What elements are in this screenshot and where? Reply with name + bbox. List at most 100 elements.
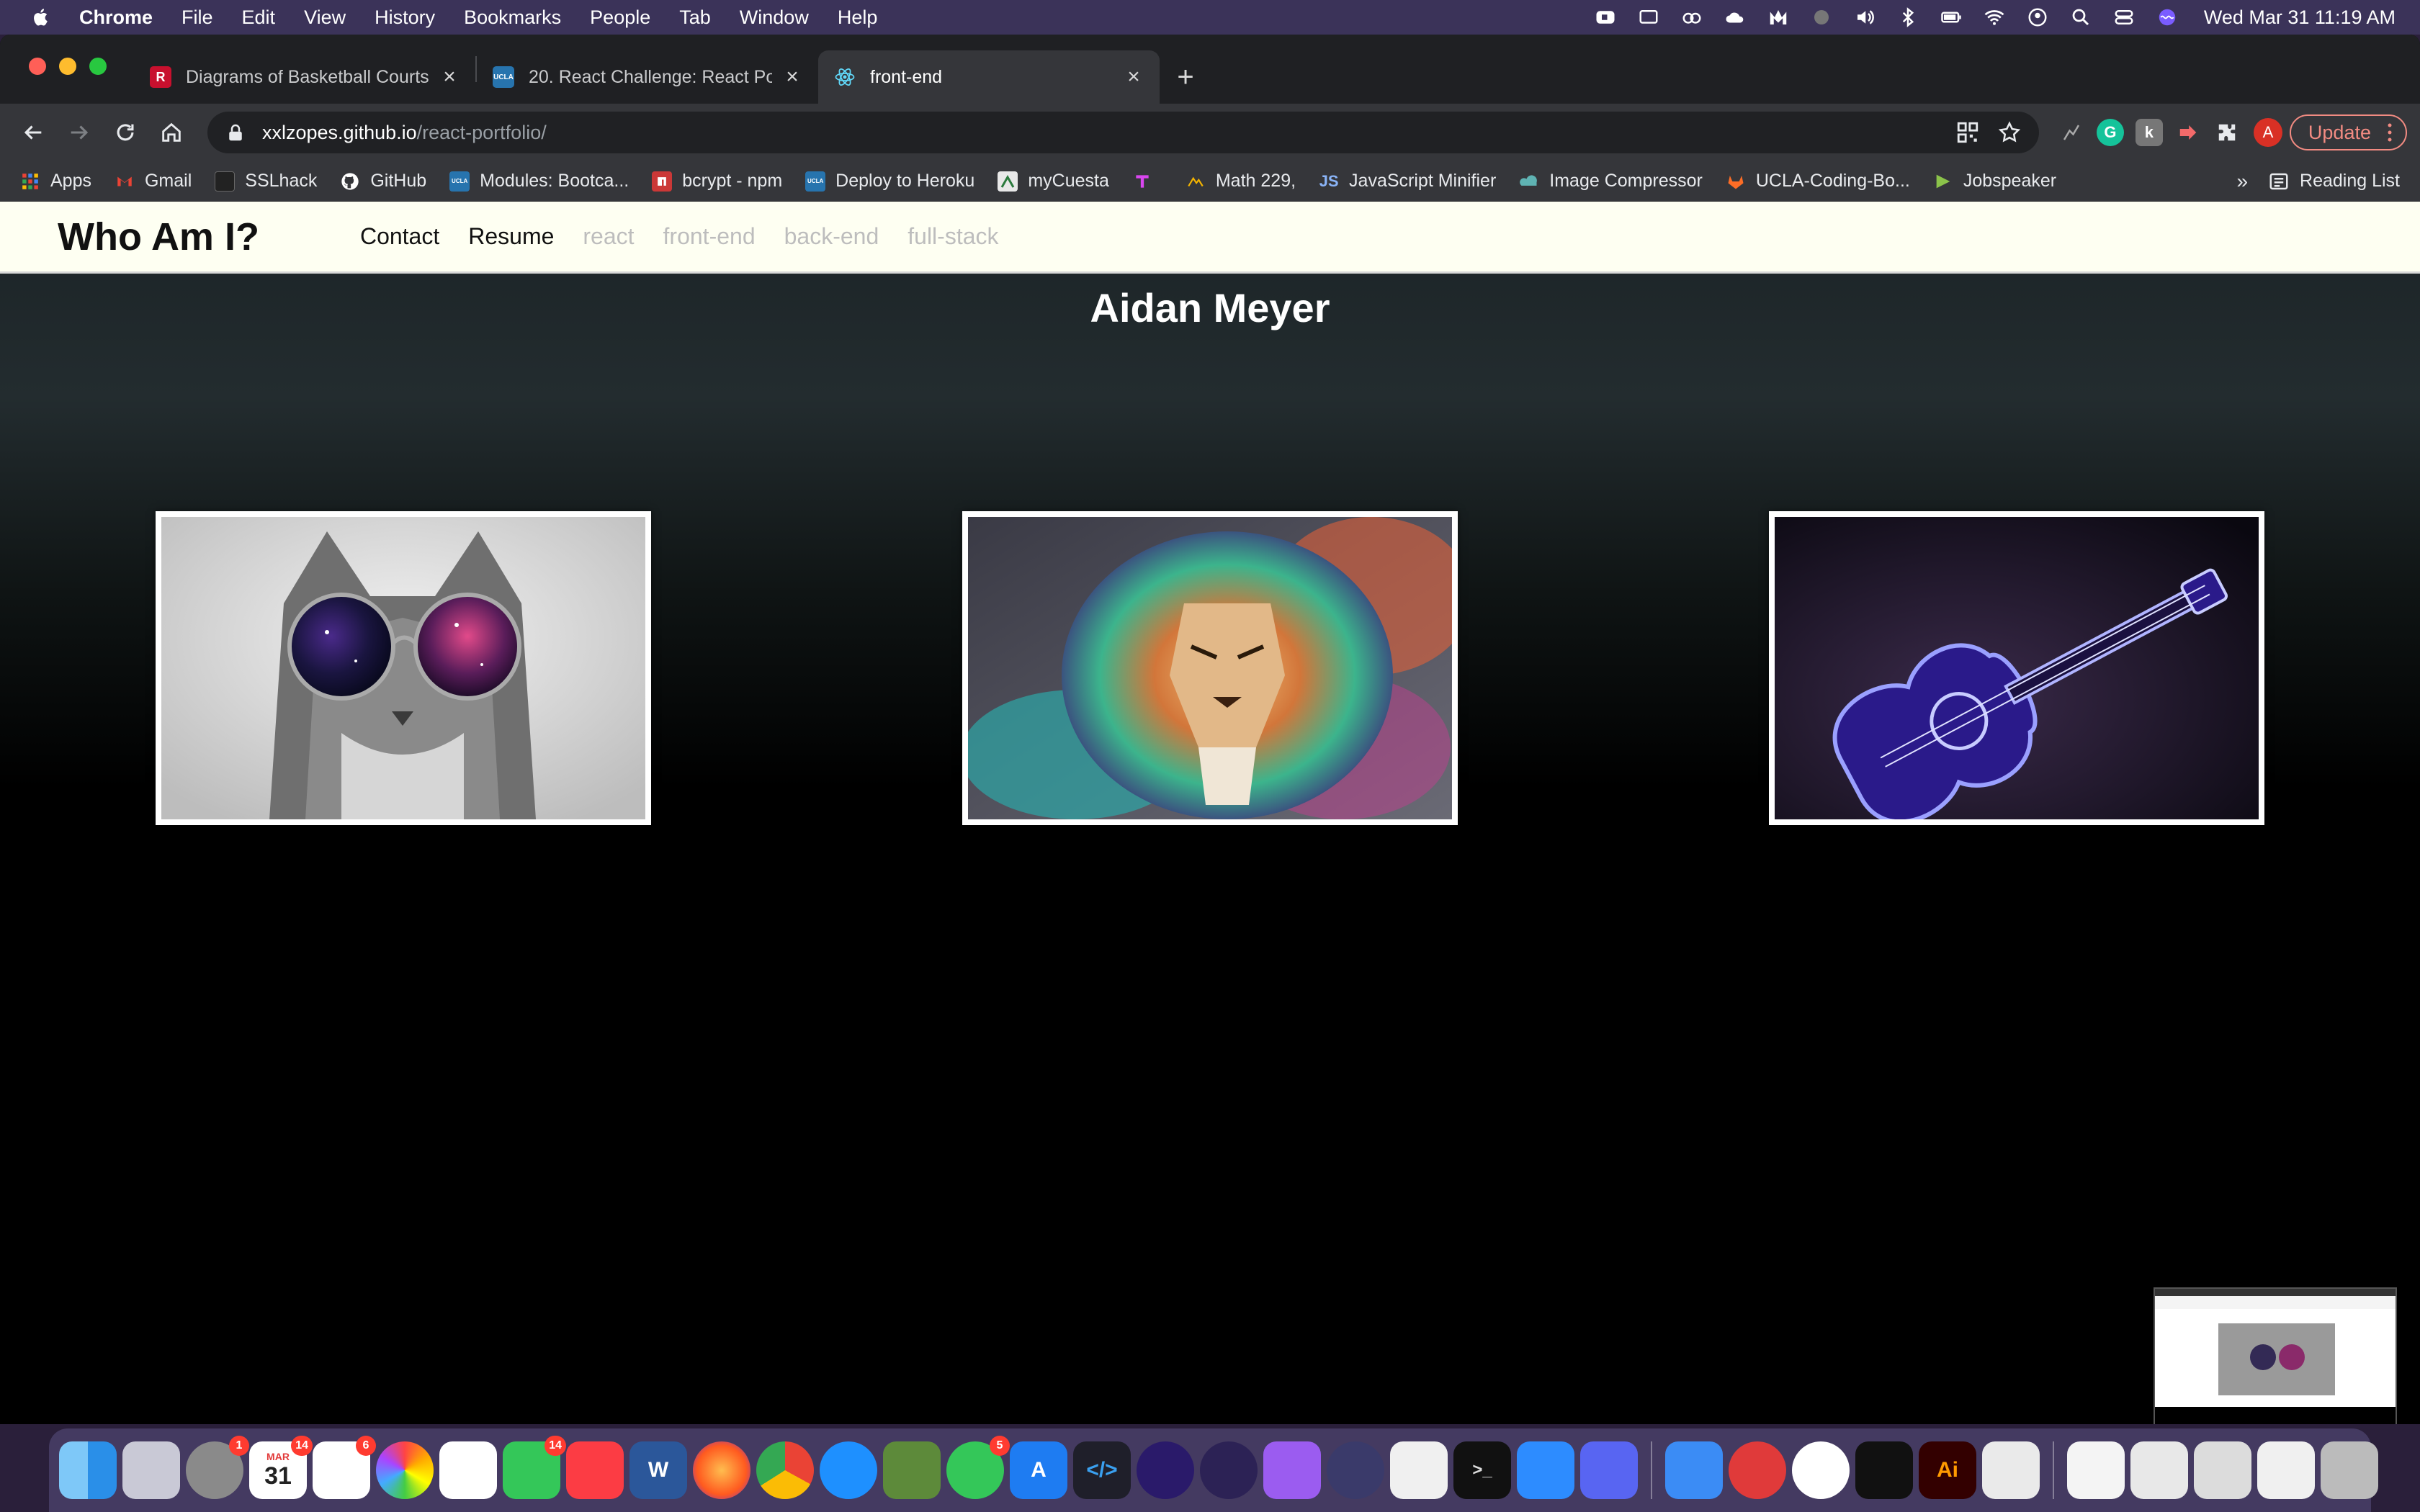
- nav-contact[interactable]: Contact: [360, 223, 439, 250]
- menu-edit[interactable]: Edit: [242, 6, 276, 29]
- firefox-icon[interactable]: [693, 1441, 750, 1499]
- trash-icon[interactable]: [2321, 1441, 2378, 1499]
- new-tab-button[interactable]: +: [1164, 50, 1207, 104]
- vscode-icon[interactable]: </>: [1073, 1441, 1131, 1499]
- close-window-button[interactable]: [29, 58, 46, 75]
- picture-in-picture-preview[interactable]: [2154, 1287, 2397, 1424]
- reading-list-button[interactable]: Reading List: [2268, 171, 2400, 192]
- terminal-icon[interactable]: >_: [1453, 1441, 1511, 1499]
- slack-icon[interactable]: [439, 1441, 497, 1499]
- microsoft-word-icon[interactable]: W: [629, 1441, 687, 1499]
- bookmark-jobspeaker[interactable]: Jobspeaker: [1933, 171, 2056, 192]
- user-account-icon[interactable]: [2025, 6, 2050, 28]
- menu-help[interactable]: Help: [838, 6, 878, 29]
- nav-full-stack[interactable]: full-stack: [908, 223, 998, 250]
- menu-window[interactable]: Window: [740, 6, 809, 29]
- tab-basketball-courts[interactable]: R Diagrams of Basketball Courts ×: [134, 50, 475, 104]
- bookmark-deploy-heroku[interactable]: UCLA Deploy to Heroku: [805, 171, 974, 192]
- adobe-illustrator-icon[interactable]: Ai: [1919, 1441, 1976, 1499]
- spotlight-search-icon[interactable]: [2069, 6, 2093, 28]
- menu-view[interactable]: View: [304, 6, 346, 29]
- finder-icon[interactable]: [59, 1441, 117, 1499]
- chrome-icon[interactable]: [756, 1441, 814, 1499]
- tab-react-challenge[interactable]: UCLA 20. React Challenge: React Por ×: [477, 50, 818, 104]
- menubar-clock[interactable]: Wed Mar 31 11:19 AM: [2204, 6, 2396, 29]
- extension-pen-icon[interactable]: [2058, 119, 2085, 146]
- nav-front-end[interactable]: front-end: [663, 223, 756, 250]
- qr-code-icon[interactable]: [1955, 120, 1980, 145]
- cloud-sync-icon[interactable]: [1723, 6, 1747, 28]
- lock-icon[interactable]: [225, 122, 246, 143]
- bookmark-modules-bootcamp[interactable]: UCLA Modules: Bootca...: [449, 171, 629, 192]
- zoom-icon[interactable]: [1517, 1441, 1574, 1499]
- minecraft-icon[interactable]: [883, 1441, 941, 1499]
- basketball-court-file-icon[interactable]: [2130, 1441, 2188, 1499]
- calendar-icon[interactable]: MAR 31 14: [249, 1436, 313, 1499]
- messages-icon[interactable]: 5: [946, 1436, 1010, 1499]
- tab-front-end[interactable]: front-end ×: [818, 50, 1160, 104]
- bookmark-tailwind[interactable]: [1132, 171, 1162, 192]
- spreadsheet-file-icon[interactable]: [2257, 1441, 2315, 1499]
- music-icon[interactable]: [566, 1441, 624, 1499]
- wifi-icon[interactable]: [1982, 6, 2007, 28]
- bookmarks-overflow-button[interactable]: »: [2236, 170, 2248, 193]
- system-preferences-icon[interactable]: 1: [186, 1436, 249, 1499]
- safari-icon[interactable]: [820, 1441, 877, 1499]
- battery-icon[interactable]: [1939, 6, 1963, 28]
- close-tab-icon[interactable]: ×: [782, 65, 802, 89]
- mail-icon[interactable]: [1665, 1441, 1723, 1499]
- screen-mirror-icon[interactable]: [1636, 6, 1661, 28]
- apple-menu-icon[interactable]: [29, 5, 53, 30]
- app-store-icon[interactable]: A: [1010, 1441, 1067, 1499]
- malwarebytes-icon[interactable]: [1766, 6, 1791, 28]
- menu-people[interactable]: People: [590, 6, 650, 29]
- activity-monitor-icon[interactable]: [1855, 1441, 1913, 1499]
- bookmark-apps[interactable]: Apps: [20, 171, 91, 192]
- nav-react[interactable]: react: [583, 223, 634, 250]
- url-text[interactable]: xxlzopes.github.io/react-portfolio/: [262, 122, 547, 144]
- reload-button[interactable]: [105, 112, 145, 153]
- bookmark-bcrypt-npm[interactable]: bcrypt - npm: [652, 171, 782, 192]
- photo-lion-card[interactable]: [961, 511, 1472, 825]
- launchpad-icon[interactable]: [122, 1441, 180, 1499]
- nav-back-end[interactable]: back-end: [784, 223, 879, 250]
- email-client-icon[interactable]: [1729, 1441, 1786, 1499]
- siri-dock-icon[interactable]: [1327, 1441, 1384, 1499]
- extension-arrow-icon[interactable]: [2174, 119, 2202, 146]
- eclipse-icon[interactable]: [1200, 1441, 1258, 1499]
- bookmark-math-229[interactable]: Math 229,: [1186, 171, 1296, 192]
- night-owl-icon[interactable]: [1137, 1441, 1194, 1499]
- minimize-window-button[interactable]: [59, 58, 76, 75]
- creative-cloud-icon[interactable]: [1680, 6, 1704, 28]
- bookmark-gmail[interactable]: Gmail: [115, 171, 192, 192]
- disk-utility-icon[interactable]: [1982, 1441, 2040, 1499]
- photos-icon[interactable]: [376, 1441, 434, 1499]
- siri-icon[interactable]: [2155, 6, 2179, 28]
- back-button[interactable]: [13, 112, 53, 153]
- bookmark-sslhack[interactable]: SSLhack: [215, 171, 317, 192]
- globe-tray-icon[interactable]: [1809, 6, 1834, 28]
- nav-resume[interactable]: Resume: [468, 223, 554, 250]
- bookmark-ucla-coding-bootcamp[interactable]: UCLA-Coding-Bo...: [1726, 171, 1910, 192]
- forward-button[interactable]: [59, 112, 99, 153]
- site-brand[interactable]: Who Am I?: [58, 215, 259, 259]
- photo-cat-card[interactable]: [156, 511, 651, 825]
- photo-guitar-card[interactable]: [1769, 511, 2264, 825]
- facetime-icon[interactable]: 14: [503, 1436, 566, 1499]
- bookmark-image-compressor[interactable]: Image Compressor: [1519, 171, 1703, 192]
- grammarly-icon[interactable]: G: [2096, 119, 2124, 146]
- menu-bookmarks[interactable]: Bookmarks: [464, 6, 561, 29]
- bookmark-js-minifier[interactable]: JS JavaScript Minifier: [1319, 171, 1497, 192]
- home-button[interactable]: [151, 112, 192, 153]
- bookmark-star-icon[interactable]: [1997, 120, 2022, 145]
- mongodb-compass-icon[interactable]: [1792, 1441, 1850, 1499]
- menu-file[interactable]: File: [182, 6, 213, 29]
- extension-puzzle-k-icon[interactable]: k: [2135, 119, 2163, 146]
- control-center-icon[interactable]: [2112, 6, 2136, 28]
- address-bar[interactable]: xxlzopes.github.io/react-portfolio/: [207, 112, 2039, 153]
- reminders-icon[interactable]: 6: [313, 1436, 376, 1499]
- menu-app-name[interactable]: Chrome: [79, 6, 153, 29]
- menu-history[interactable]: History: [375, 6, 435, 29]
- profile-avatar[interactable]: A: [2253, 118, 2282, 147]
- close-tab-icon[interactable]: ×: [1124, 65, 1144, 89]
